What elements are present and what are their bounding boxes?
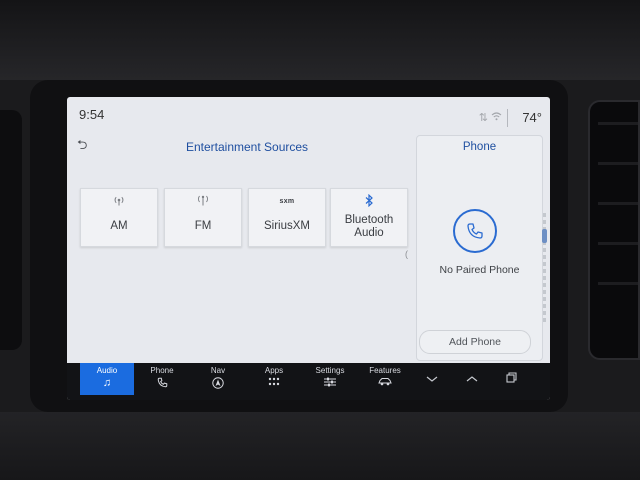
chevron-up-icon[interactable] — [461, 371, 483, 387]
apps-grid-icon — [247, 377, 301, 390]
entertainment-sources-title: Entertainment Sources — [185, 140, 309, 154]
source-label: FM — [194, 220, 212, 232]
car-icon — [358, 377, 412, 389]
source-bluetooth-audio-button[interactable]: Bluetooth Audio — [330, 188, 408, 247]
phone-status-text: No Paired Phone — [439, 264, 520, 276]
source-label: SiriusXM — [263, 220, 310, 232]
source-am-button[interactable]: AM — [80, 188, 158, 247]
nav-features-button[interactable]: Features — [358, 363, 412, 395]
source-siriusxm-button[interactable]: sxm SiriusXM — [248, 188, 326, 247]
dashboard-bottom — [0, 412, 640, 480]
nav-label: Audio — [96, 366, 118, 375]
add-phone-button[interactable]: Add Phone — [419, 330, 531, 354]
nav-label: Phone — [150, 366, 174, 375]
nav-navigation-button[interactable]: Nav — [191, 363, 245, 395]
cellular-signal-icon: ⇅ — [478, 112, 488, 124]
wifi-icon — [491, 111, 502, 124]
scrollbar-thumb[interactable] — [542, 229, 547, 243]
outside-temperature: 74° — [522, 110, 542, 125]
back-icon[interactable]: ⮌ — [77, 137, 93, 153]
status-bar: 9:54 ⇅ 74° — [67, 97, 550, 135]
phone-icon[interactable] — [453, 209, 497, 253]
page-indicator-mark: ( — [405, 249, 408, 259]
phone-icon — [135, 377, 189, 391]
bottom-nav-bar: Audio ♫ Phone Nav Apps Settings Features — [67, 363, 550, 400]
phone-panel-title: Phone — [462, 141, 497, 153]
nav-audio-button[interactable]: Audio ♫ — [80, 363, 134, 395]
nav-label: Apps — [264, 366, 284, 375]
phone-panel: Phone No Paired Phone Add Phone — [416, 135, 543, 361]
radio-signal-icon — [81, 194, 157, 208]
radio-antenna-icon — [165, 194, 241, 208]
navigation-icon — [191, 377, 245, 392]
source-label: AM — [110, 220, 128, 232]
sliders-icon — [303, 377, 357, 390]
bluetooth-icon — [331, 193, 407, 208]
window-layers-icon[interactable] — [500, 371, 522, 387]
nav-label: Features — [369, 366, 401, 375]
right-vent — [588, 100, 640, 360]
nav-label: Nav — [210, 366, 226, 375]
dashboard-top — [0, 0, 640, 80]
siriusxm-logo-icon: sxm — [249, 194, 325, 208]
music-note-icon: ♫ — [102, 377, 112, 389]
nav-label: Settings — [315, 366, 345, 375]
left-trim — [0, 110, 22, 350]
chevron-down-icon[interactable] — [421, 371, 443, 387]
infotainment-screen: 9:54 ⇅ 74° ⮌ Entertainment Sources AM FM… — [67, 97, 550, 400]
nav-apps-button[interactable]: Apps — [247, 363, 301, 395]
source-fm-button[interactable]: FM — [164, 188, 242, 247]
source-label: Bluetooth Audio — [344, 214, 394, 239]
clock: 9:54 — [79, 107, 105, 122]
nav-settings-button[interactable]: Settings — [303, 363, 357, 395]
nav-phone-button[interactable]: Phone — [135, 363, 189, 395]
status-divider — [507, 109, 508, 127]
siriusxm-logo-text: sxm — [279, 198, 295, 205]
